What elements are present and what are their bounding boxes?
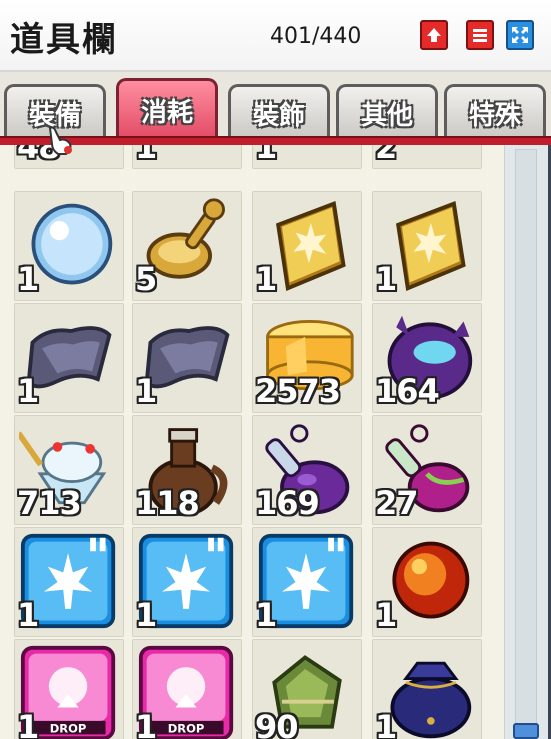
window-title: 道具欄 xyxy=(10,20,118,60)
title-bar[interactable]: 道具欄 401/440 xyxy=(0,0,551,72)
inventory-slot[interactable]: 90 xyxy=(252,639,362,739)
tab-bar: 裝備 消耗 裝飾 其他 特殊 xyxy=(0,72,551,144)
item-quantity: 2 xyxy=(375,145,397,166)
item-quantity: 1 xyxy=(375,260,397,298)
inventory-slot[interactable]: 2573 xyxy=(252,303,362,413)
expand-icon xyxy=(512,27,528,43)
expand-button[interactable] xyxy=(506,20,534,50)
inventory-slot[interactable]: 1 xyxy=(14,191,124,301)
inventory-slot[interactable]: 1 xyxy=(372,527,482,637)
tab-special[interactable]: 特殊 xyxy=(444,84,546,140)
inventory-slot[interactable]: 164 xyxy=(372,303,482,413)
inventory-slot[interactable]: 1 xyxy=(372,639,482,739)
item-quantity: 1 xyxy=(135,708,157,739)
inventory-slot[interactable]: 1 xyxy=(252,527,362,637)
item-quantity: 1 xyxy=(135,145,157,166)
item-quantity: 27 xyxy=(375,484,419,522)
tab-decor[interactable]: 裝飾 xyxy=(228,84,330,140)
tab-etc[interactable]: 其他 xyxy=(336,84,438,140)
inventory-slot[interactable]: 713 xyxy=(14,415,124,525)
svg-text:DROP: DROP xyxy=(50,721,87,735)
item-quantity: 1 xyxy=(375,596,397,634)
inventory-slot[interactable]: 1 xyxy=(14,527,124,637)
item-quantity: 90 xyxy=(255,708,299,739)
list-button[interactable] xyxy=(466,20,494,50)
item-quantity: 1 xyxy=(135,596,157,634)
inventory-slot[interactable]: 1 xyxy=(372,191,482,301)
item-quantity: 118 xyxy=(135,484,200,522)
inventory-slot[interactable]: 1 xyxy=(252,191,362,301)
item-quantity: 5 xyxy=(135,260,157,298)
item-quantity: 1 xyxy=(17,372,39,410)
svg-text:DROP: DROP xyxy=(168,721,205,735)
inventory-slot[interactable]: 1 xyxy=(252,145,362,169)
inventory-window: 道具欄 401/440 裝備 消耗 裝飾 其他 特殊 48 1 1 2 1 5 … xyxy=(0,0,551,739)
inventory-slot[interactable]: 2 xyxy=(372,145,482,169)
item-quantity: 1 xyxy=(255,260,277,298)
inventory-slot[interactable]: 1 xyxy=(132,145,242,169)
mouse-cursor-icon xyxy=(48,126,72,155)
list-icon xyxy=(473,29,487,42)
item-quantity: 1 xyxy=(255,596,277,634)
item-quantity: 1 xyxy=(17,260,39,298)
inventory-slot[interactable]: 118 xyxy=(132,415,242,525)
tab-consume[interactable]: 消耗 xyxy=(116,78,218,140)
inventory-slot[interactable]: 1 xyxy=(132,303,242,413)
up-arrow-icon xyxy=(427,28,441,42)
scroll-track[interactable] xyxy=(515,149,537,735)
inventory-slot[interactable]: 1 xyxy=(14,303,124,413)
slot-count: 401/440 xyxy=(270,24,362,49)
item-quantity: 713 xyxy=(17,484,82,522)
inventory-slot[interactable]: DROP 1 xyxy=(14,639,124,739)
item-quantity: 2573 xyxy=(255,372,341,410)
inventory-slot[interactable]: 1 xyxy=(132,527,242,637)
item-grid: 48 1 1 2 1 5 1 1 1 1 2573 164 713 118 169 27 1 1 1 1 DROP 1 DR… xyxy=(0,145,504,739)
item-quantity: 1 xyxy=(255,145,277,166)
scrollbar[interactable] xyxy=(504,145,548,739)
item-quantity: 1 xyxy=(17,708,39,739)
inventory-slot[interactable]: 27 xyxy=(372,415,482,525)
inventory-slot[interactable]: 169 xyxy=(252,415,362,525)
tab-divider xyxy=(0,136,551,145)
item-quantity: 1 xyxy=(135,372,157,410)
inventory-slot[interactable]: 5 xyxy=(132,191,242,301)
inventory-slot[interactable]: DROP 1 xyxy=(132,639,242,739)
item-quantity: 164 xyxy=(375,372,440,410)
scroll-thumb[interactable] xyxy=(513,723,539,739)
sort-button[interactable] xyxy=(420,20,448,50)
item-quantity: 1 xyxy=(375,708,397,739)
item-quantity: 169 xyxy=(255,484,320,522)
item-quantity: 1 xyxy=(17,596,39,634)
